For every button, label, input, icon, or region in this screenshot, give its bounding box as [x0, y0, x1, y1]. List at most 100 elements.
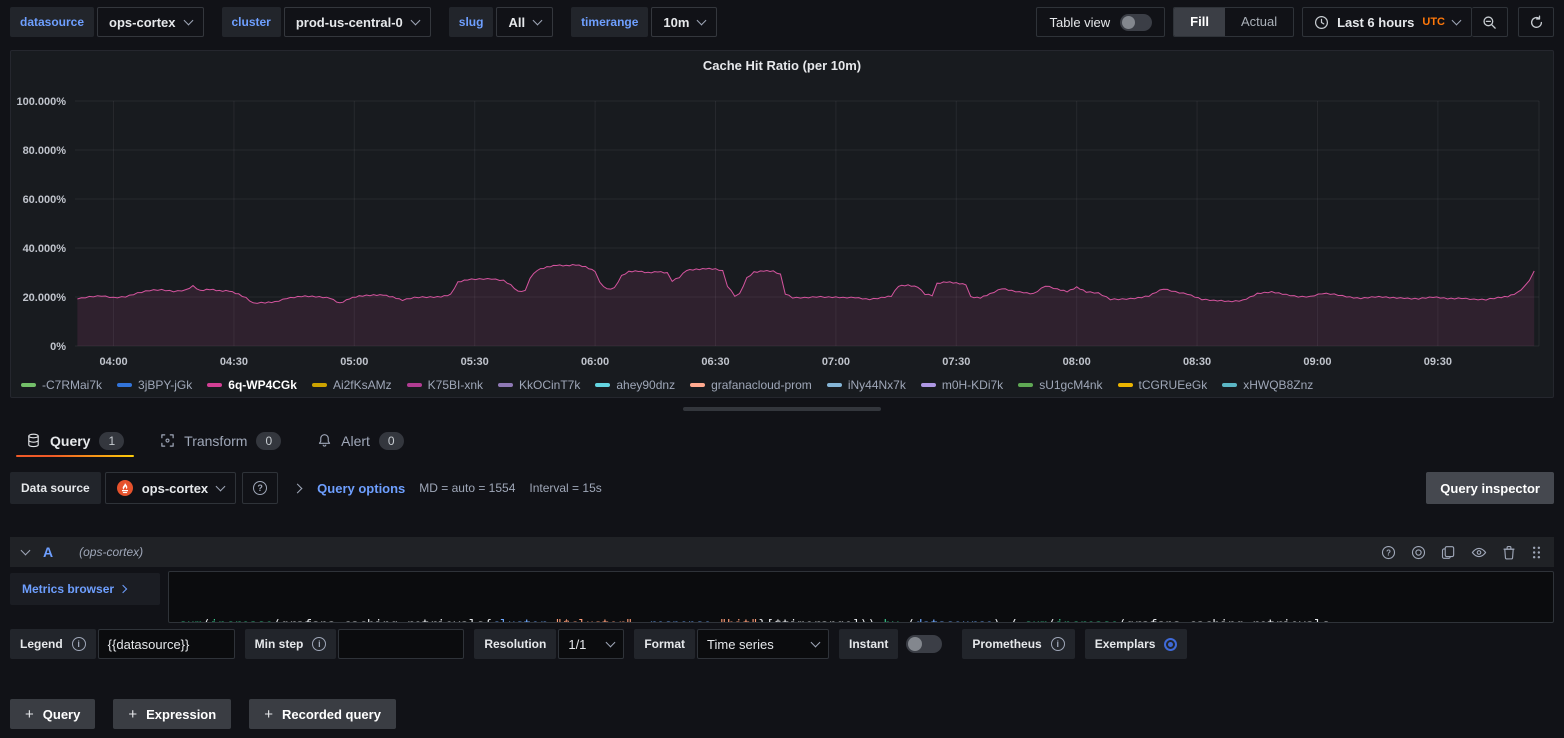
legend-swatch — [1018, 383, 1033, 387]
refresh-button[interactable] — [1518, 7, 1554, 37]
editor-tabs: Query 1 Transform 0 Alert 0 — [0, 424, 1564, 457]
prometheus-option-label: Prometheus i — [962, 629, 1074, 659]
exemplars-label-text: Exemplars — [1095, 637, 1156, 651]
metrics-browser-button[interactable]: Metrics browser — [10, 573, 160, 605]
svg-text:09:30: 09:30 — [1424, 356, 1452, 368]
legend-swatch — [312, 383, 327, 387]
query-ref-id: A — [43, 544, 53, 560]
chevron-down-icon — [1452, 15, 1462, 25]
legend-swatch — [407, 383, 422, 387]
plus-icon: + — [264, 706, 273, 723]
data-source-picker[interactable]: ops-cortex — [105, 472, 236, 504]
active-tab-underline — [16, 455, 134, 457]
query-inspector-button[interactable]: Query inspector — [1426, 472, 1554, 504]
duplicate-query-icon[interactable] — [1441, 545, 1456, 560]
query-row-header[interactable]: A (ops-cortex) ? — [10, 537, 1554, 567]
variable-slug-value[interactable]: All — [496, 7, 553, 37]
svg-text:60.000%: 60.000% — [23, 194, 67, 206]
clock-icon — [1314, 15, 1329, 30]
data-source-label: Data source — [10, 472, 101, 504]
disable-query-icon[interactable] — [1411, 545, 1426, 560]
legend-series-name: K75BI-xnk — [428, 378, 483, 392]
legend-series-name: -C7RMai7k — [42, 378, 102, 392]
legend-item[interactable]: KkOCinT7k — [498, 378, 580, 392]
variable-datasource-value[interactable]: ops-cortex — [97, 7, 203, 37]
query-footer-actions: + Query + Expression + Recorded query — [10, 699, 396, 729]
format-select[interactable]: Time series — [697, 629, 829, 659]
query-editor-row: Metrics browser sum(increase(grafana_cac… — [10, 571, 1554, 623]
time-range-picker[interactable]: Last 6 hours UTC — [1302, 7, 1472, 37]
svg-text:04:30: 04:30 — [220, 356, 248, 368]
tab-query-count: 1 — [99, 432, 124, 450]
info-icon: i — [1051, 637, 1065, 651]
table-view-label: Table view — [1049, 15, 1110, 30]
legend-series-name: ahey90dnz — [616, 378, 675, 392]
collapse-chevron-icon[interactable] — [21, 545, 31, 555]
variable-timerange-label: timerange — [571, 7, 648, 37]
legend-item[interactable]: xHWQB8Znz — [1222, 378, 1313, 392]
actual-option[interactable]: Actual — [1225, 8, 1293, 36]
legend-format-input[interactable]: {{datasource}} — [98, 629, 235, 659]
bell-icon — [317, 433, 332, 448]
tab-alert[interactable]: Alert 0 — [315, 424, 405, 457]
legend-item[interactable]: grafanacloud-prom — [690, 378, 812, 392]
resolution-select[interactable]: 1/1 — [558, 629, 624, 659]
variable-timerange: timerange 10m — [571, 7, 717, 37]
zoom-out-button[interactable] — [1472, 7, 1508, 37]
svg-text:06:30: 06:30 — [701, 356, 729, 368]
min-step-input[interactable] — [338, 629, 464, 659]
variable-datasource-label: datasource — [10, 7, 94, 37]
variable-cluster: cluster prod-us-central-0 — [222, 7, 431, 37]
add-query-button[interactable]: + Query — [10, 699, 95, 729]
legend-series-name: 3jBPY-jGk — [138, 378, 192, 392]
chevron-right-icon — [119, 585, 127, 593]
query-options-row: Legend i {{datasource}} Min step i Resol… — [10, 629, 1187, 659]
drag-handle-icon[interactable] — [1531, 545, 1542, 560]
legend-item[interactable]: sU1gcM4nk — [1018, 378, 1102, 392]
add-expression-button[interactable]: + Expression — [113, 699, 231, 729]
add-recorded-query-button[interactable]: + Recorded query — [249, 699, 396, 729]
chevron-down-icon — [183, 15, 193, 25]
variable-cluster-value[interactable]: prod-us-central-0 — [284, 7, 431, 37]
legend-item[interactable]: ahey90dnz — [595, 378, 675, 392]
min-step-label-text: Min step — [255, 637, 304, 651]
query-datasource-hint: (ops-cortex) — [79, 545, 143, 559]
variable-cluster-label: cluster — [222, 7, 281, 37]
legend-swatch — [921, 383, 936, 387]
resolution-value: 1/1 — [568, 637, 586, 652]
min-step-option-label: Min step i — [245, 629, 337, 659]
legend-item[interactable]: m0H-KDi7k — [921, 378, 1003, 392]
query-options-link[interactable]: Query options — [317, 481, 405, 496]
variable-timerange-value[interactable]: 10m — [651, 7, 717, 37]
panel-resize-handle[interactable] — [683, 407, 881, 411]
promql-expression-input[interactable]: sum(increase(grafana_caching_retrievals{… — [168, 571, 1554, 623]
legend-item[interactable]: Ai2fKsAMz — [312, 378, 392, 392]
legend-series-name: sU1gcM4nk — [1039, 378, 1102, 392]
variable-slug-label: slug — [449, 7, 494, 37]
instant-toggle[interactable] — [906, 635, 942, 653]
delete-query-icon[interactable] — [1502, 545, 1516, 560]
hide-response-icon[interactable] — [1471, 545, 1487, 560]
datasource-help-button[interactable]: ? — [242, 472, 278, 504]
tab-transform[interactable]: Transform 0 — [158, 424, 283, 457]
legend-item[interactable]: K75BI-xnk — [407, 378, 483, 392]
legend-item[interactable]: 6q-WP4CGk — [207, 378, 297, 392]
legend-item[interactable]: iNy44Nx7k — [827, 378, 906, 392]
chevron-down-icon — [410, 15, 420, 25]
svg-text:08:00: 08:00 — [1063, 356, 1091, 368]
legend-series-name: grafanacloud-prom — [711, 378, 812, 392]
variable-slug: slug All — [449, 7, 553, 37]
help-circle-icon[interactable]: ? — [1381, 545, 1396, 560]
exemplars-option-label: Exemplars — [1085, 629, 1188, 659]
svg-text:100.000%: 100.000% — [16, 96, 66, 108]
table-view-toggle[interactable] — [1120, 14, 1152, 31]
exemplars-icon[interactable] — [1164, 638, 1177, 651]
tab-query-label: Query — [50, 433, 90, 449]
legend-item[interactable]: 3jBPY-jGk — [117, 378, 192, 392]
fill-option[interactable]: Fill — [1174, 8, 1225, 36]
legend-item[interactable]: tCGRUEeGk — [1118, 378, 1208, 392]
legend-item[interactable]: -C7RMai7k — [21, 378, 102, 392]
chevron-down-icon — [811, 637, 821, 647]
legend-swatch — [1222, 383, 1237, 387]
tab-query[interactable]: Query 1 — [24, 424, 126, 457]
